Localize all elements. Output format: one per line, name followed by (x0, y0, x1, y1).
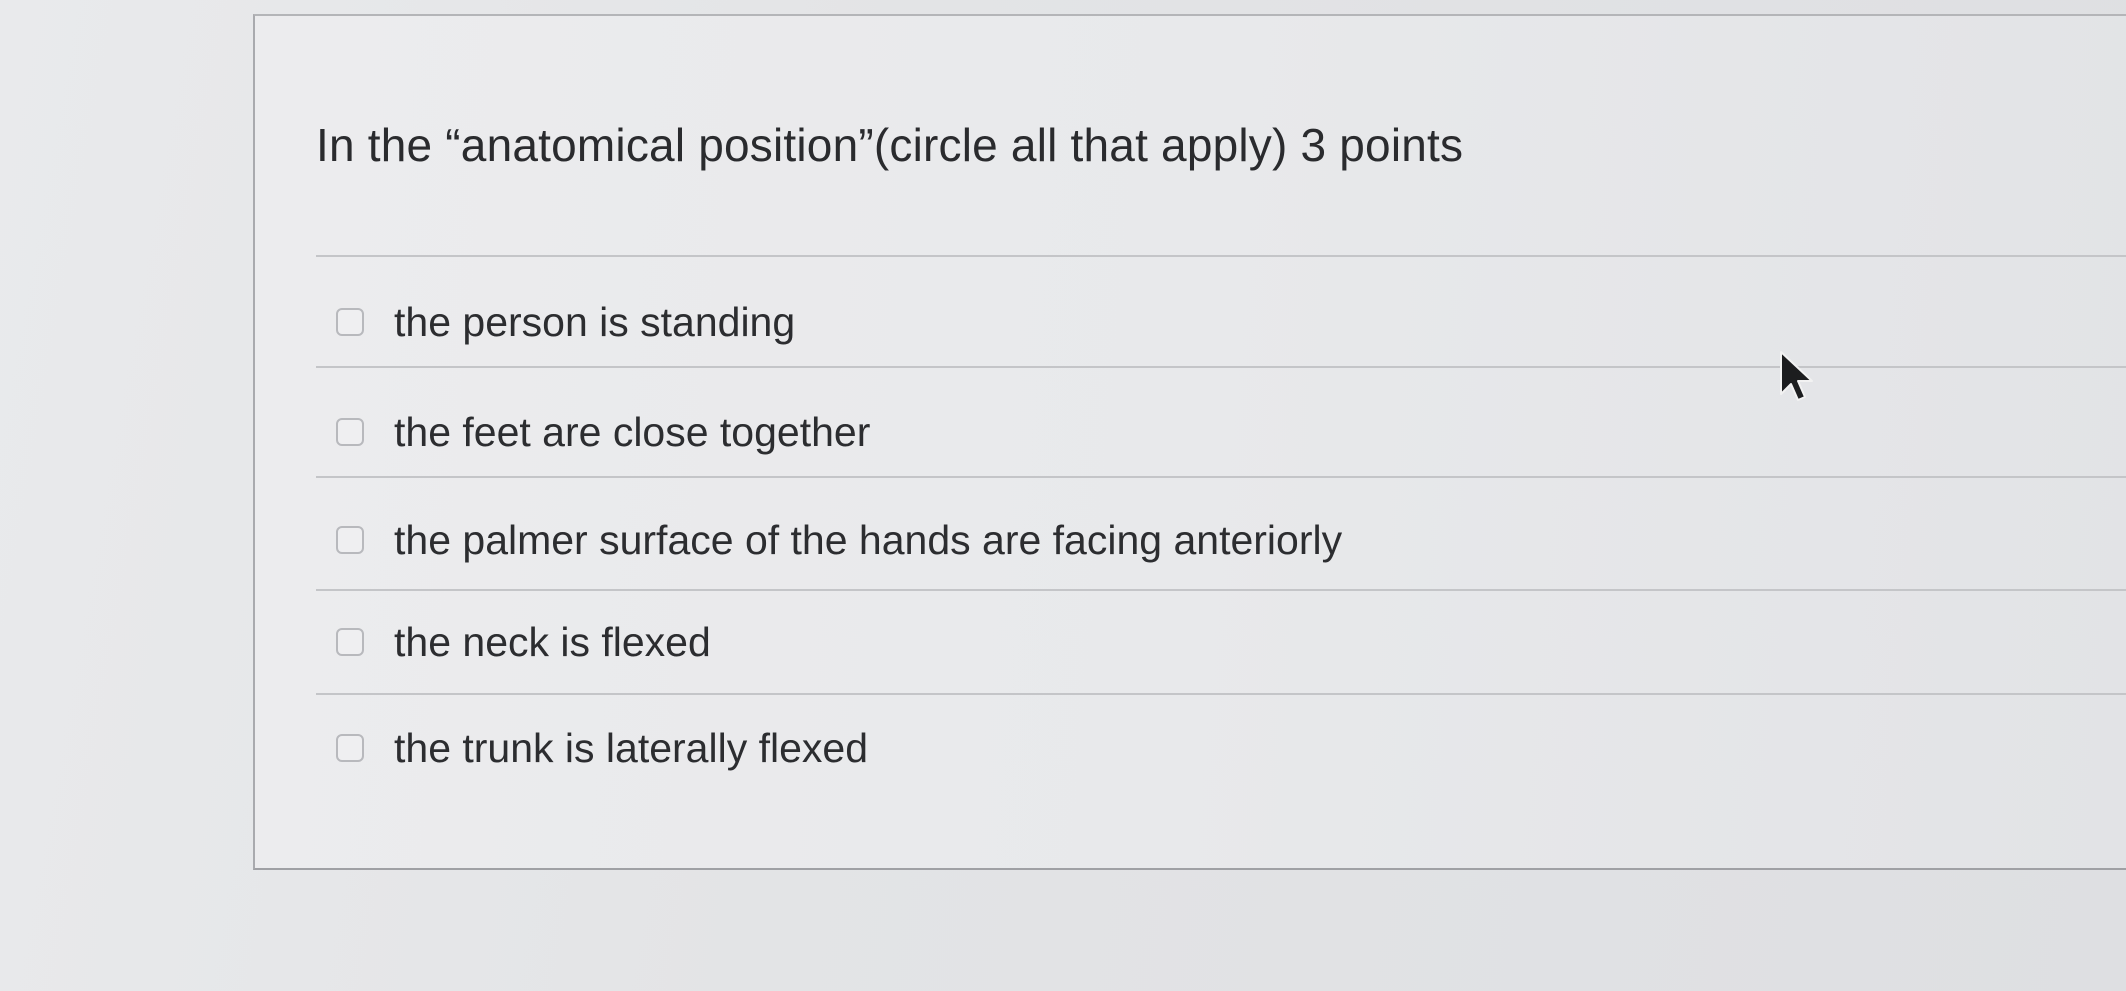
answer-option[interactable]: the neck is flexed (336, 612, 711, 672)
checkbox-icon[interactable] (336, 628, 364, 656)
answer-option[interactable]: the feet are close together (336, 402, 870, 462)
answer-option[interactable]: the trunk is laterally flexed (336, 718, 868, 778)
question-text: In the “anatomical position”(circle all … (316, 119, 1464, 171)
answer-divider (316, 693, 2126, 695)
answer-label[interactable]: the trunk is laterally flexed (394, 725, 868, 772)
answer-label[interactable]: the palmer surface of the hands are faci… (394, 517, 1342, 564)
answer-divider (316, 476, 2126, 478)
answer-option[interactable]: the person is standing (336, 292, 795, 352)
answer-label[interactable]: the feet are close together (394, 409, 870, 456)
answer-label[interactable]: the neck is flexed (394, 619, 711, 666)
checkbox-icon[interactable] (336, 308, 364, 336)
answer-divider (316, 589, 2126, 591)
mouse-pointer-icon (1780, 351, 1813, 401)
checkbox-icon[interactable] (336, 418, 364, 446)
checkbox-icon[interactable] (336, 734, 364, 762)
checkbox-icon[interactable] (336, 526, 364, 554)
answer-divider (316, 366, 2126, 368)
answer-option[interactable]: the palmer surface of the hands are faci… (336, 510, 1342, 570)
question-divider (316, 255, 2126, 257)
answer-label[interactable]: the person is standing (394, 299, 795, 346)
